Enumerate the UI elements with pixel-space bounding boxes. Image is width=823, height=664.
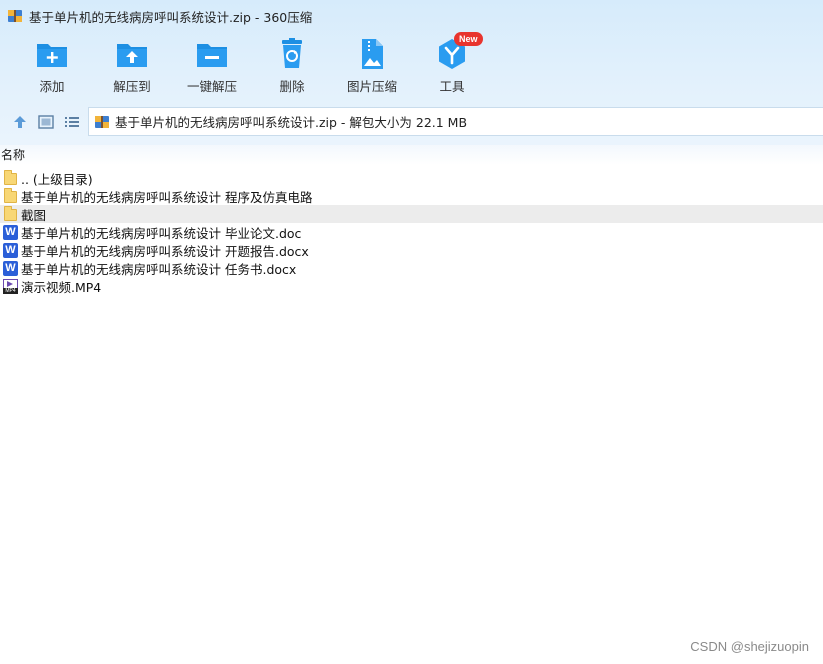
file-name: 基于单片机的无线病房呼叫系统设计 开题报告.docx [21,243,309,259]
list-item[interactable]: W 基于单片机的无线病房呼叫系统设计 毕业论文.doc [0,223,823,241]
list-view-icon[interactable] [63,113,81,131]
navigation-bar: 基于单片机的无线病房呼叫系统设计.zip - 解包大小为 22.1 MB [0,107,823,137]
delete-button[interactable]: 删除 [252,38,332,96]
column-header-name[interactable]: 名称 [0,145,823,165]
folder-icon [3,205,18,222]
archive-file-icon [94,114,110,130]
image-compress-button-label: 图片压缩 [346,79,397,94]
one-click-extract-button[interactable]: 一键解压 [172,38,252,96]
file-name: .. (上级目录) [21,171,93,187]
one-click-extract-icon [195,38,229,70]
address-path: 基于单片机的无线病房呼叫系统设计.zip - 解包大小为 22.1 MB [115,115,468,130]
watermark: CSDN @shejizuopin [690,639,809,654]
list-item[interactable]: .. (上级目录) [0,169,823,187]
file-name: 基于单片机的无线病房呼叫系统设计 任务书.docx [21,261,297,277]
toolbar: 添加 解压到 一键解压 删除 图片压缩 工具 New [0,32,823,96]
list-item[interactable]: W 基于单片机的无线病房呼叫系统设计 任务书.docx [0,259,823,277]
file-list: .. (上级目录) 基于单片机的无线病房呼叫系统设计 程序及仿真电路 截图 W … [0,169,823,295]
thumbnail-view-icon[interactable] [37,113,55,131]
word-document-icon: W [3,260,18,276]
title-bar: 基于单片机的无线病房呼叫系统设计.zip - 360压缩 [0,0,823,32]
word-document-icon: W [3,224,18,240]
tools-button-label: 工具 [439,79,465,94]
recycle-bin-icon [275,38,309,70]
window-title: 基于单片机的无线病房呼叫系统设计.zip - 360压缩 [29,9,313,25]
one-click-extract-button-label: 一键解压 [186,79,237,94]
list-item[interactable]: 截图 [0,205,823,223]
add-button[interactable]: 添加 [12,38,92,96]
video-file-icon: MP4 [3,278,18,294]
up-arrow-icon[interactable] [11,113,29,131]
file-name: 演示视频.MP4 [21,279,102,295]
file-name: 基于单片机的无线病房呼叫系统设计 毕业论文.doc [21,225,302,241]
add-folder-icon [35,38,69,70]
list-item[interactable]: 基于单片机的无线病房呼叫系统设计 程序及仿真电路 [0,187,823,205]
word-document-icon: W [3,242,18,258]
file-name: 基于单片机的无线病房呼叫系统设计 程序及仿真电路 [21,189,313,205]
image-compress-icon [355,38,389,70]
extract-to-button[interactable]: 解压到 [92,38,172,96]
extract-to-button-label: 解压到 [113,79,151,94]
delete-button-label: 删除 [279,79,305,94]
address-bar[interactable]: 基于单片机的无线病房呼叫系统设计.zip - 解包大小为 22.1 MB [88,107,823,136]
tools-button[interactable]: 工具 [412,38,492,96]
image-compress-button[interactable]: 图片压缩 [332,38,412,96]
file-name: 截图 [21,207,47,223]
list-item[interactable]: MP4 演示视频.MP4 [0,277,823,295]
folder-icon [3,169,18,186]
folder-icon [3,187,18,204]
extract-to-folder-icon [115,38,149,70]
add-button-label: 添加 [39,79,65,94]
archive-app-icon [7,8,23,24]
list-item[interactable]: W 基于单片机的无线病房呼叫系统设计 开题报告.docx [0,241,823,259]
top-chrome: 基于单片机的无线病房呼叫系统设计.zip - 360压缩 添加 解压到 一键解压… [0,0,823,145]
column-header-label: 名称 [1,148,26,162]
new-badge: New [454,32,483,46]
